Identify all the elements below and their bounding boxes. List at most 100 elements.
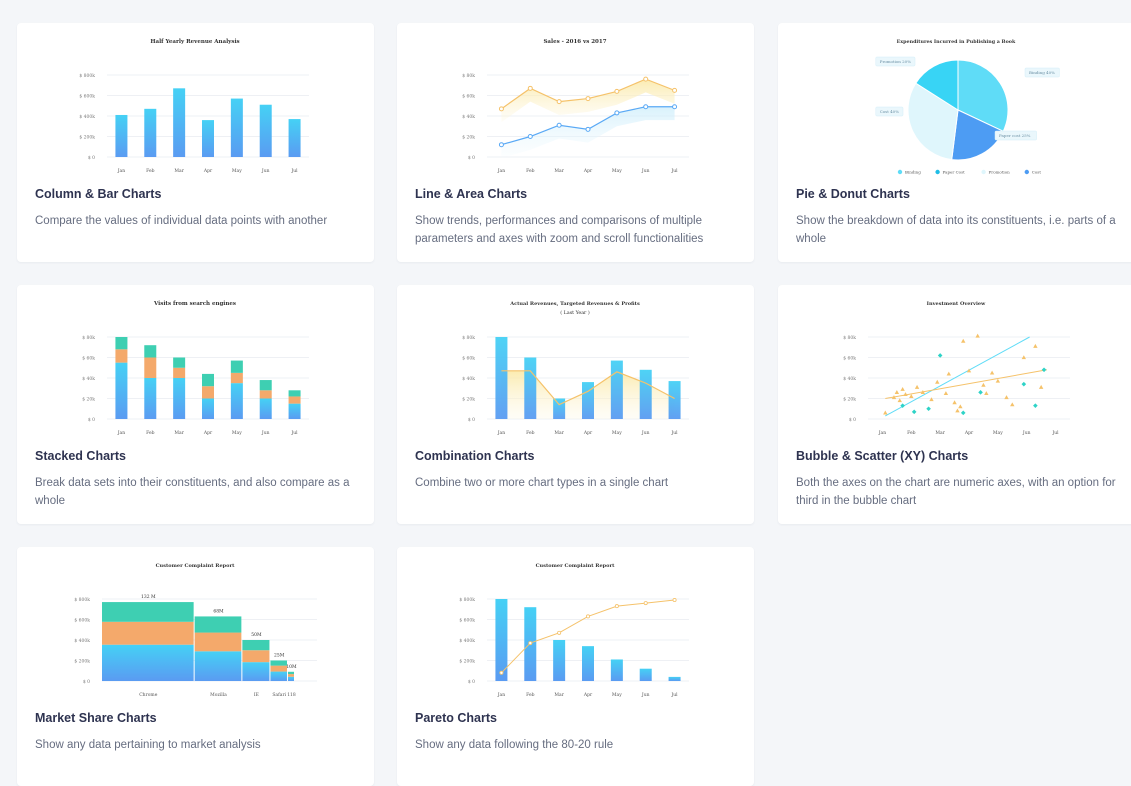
data-point — [614, 88, 620, 94]
x-tick-label: May — [993, 430, 1003, 436]
x-tick-label: Mozilla — [210, 692, 227, 698]
data-point — [498, 106, 504, 112]
slice-label: Binding 40% — [1029, 70, 1055, 75]
chart-svg: Expenditures Incurred in Publishing a Bo… — [875, 39, 1060, 175]
area-band — [501, 106, 675, 159]
x-tick-label: Apr — [203, 168, 213, 174]
card-column-bar[interactable]: Half Yearly Revenue Analysis $ 0 $ 200k $ 4… — [17, 23, 374, 262]
card-combination[interactable]: Actual Revenues, Targeted Revenues & Pro… — [397, 285, 754, 524]
scatter-point-diamond — [1021, 381, 1027, 387]
bar — [288, 119, 301, 157]
y-tick-label: $ 600k — [459, 618, 475, 624]
data-point — [643, 104, 649, 110]
cumulative-point — [499, 670, 504, 675]
card-market-share[interactable]: Customer Complaint Report $ 0 $ 200k $ 400k… — [17, 547, 374, 786]
scatter-point-triangle — [955, 408, 960, 413]
y-tick-label: $ 80k — [843, 335, 856, 341]
y-tick-label: $ 20k — [843, 397, 856, 403]
x-tick-label: Jun — [641, 168, 650, 174]
stacked-segment — [144, 345, 157, 358]
scatter-point-triangle — [1033, 343, 1038, 348]
x-tick-label: Apr — [583, 168, 593, 174]
stacked-segment — [115, 337, 128, 350]
market-segment — [242, 640, 270, 651]
data-point — [556, 122, 562, 128]
y-tick-label: $ 0 — [468, 679, 475, 685]
chart-preview: Half Yearly Revenue Analysis $ 0 $ 200k $ 4… — [17, 23, 374, 188]
data-point — [556, 99, 562, 105]
bar — [259, 104, 272, 157]
x-tick-label: Apr — [203, 430, 213, 436]
stacked-segment — [288, 390, 301, 397]
segment-total-label: 68M — [213, 608, 224, 614]
market-segment — [287, 676, 294, 681]
legend-marker — [897, 169, 903, 175]
x-tick-label: Chrome — [139, 692, 157, 698]
card-description: Both the axes on the chart are numeric a… — [796, 477, 1116, 507]
data-point — [672, 104, 678, 110]
card-stacked[interactable]: Visits from search engines $ 0 $ 20k $ 40k $… — [17, 285, 374, 524]
chart-preview: Visits from search engines $ 0 $ 20k $ 40k $… — [17, 285, 374, 450]
data-point — [585, 96, 591, 102]
card-pie-donut[interactable]: Expenditures Incurred in Publishing a Bo… — [778, 23, 1131, 262]
y-tick-label: $ 0 — [468, 155, 475, 161]
x-tick-label: May — [612, 168, 622, 174]
y-tick-label: $ 0 — [88, 417, 95, 423]
scatter-point-triangle — [1038, 384, 1044, 389]
x-tick-label: Feb — [526, 692, 535, 698]
chart-preview: Actual Revenues, Targeted Revenues & Pro… — [397, 285, 754, 450]
stacked-segment — [288, 403, 301, 419]
card-description: Combine two or more chart types in a sin… — [415, 477, 669, 489]
cumulative-point — [614, 604, 619, 609]
x-tick-label: Jul — [290, 168, 298, 174]
y-tick-label: $ 40k — [843, 376, 856, 382]
stacked-segment — [144, 378, 157, 419]
chart-preview: Customer Complaint Report $ 0 $ 200k $ 400k… — [397, 547, 754, 712]
y-tick-label: $ 600k — [74, 618, 90, 624]
stacked-segment — [230, 360, 243, 373]
market-segment — [287, 674, 294, 677]
card-line-area[interactable]: Sales - 2016 vs 2017 $ 0 $ 20k $ 40k $ 60k $ … — [397, 23, 754, 262]
x-tick-label: Jan — [497, 430, 505, 436]
x-tick-label: Jul — [670, 168, 678, 174]
card-title: Market Share Charts — [35, 711, 157, 725]
x-tick-label: Feb — [526, 430, 535, 436]
scatter-point-triangle — [952, 400, 957, 405]
x-tick-label: Apr — [964, 430, 974, 436]
stacked-segment — [173, 367, 186, 378]
scatter-point-diamond — [926, 406, 931, 412]
bar — [553, 640, 566, 681]
card-pareto[interactable]: Customer Complaint Report $ 0 $ 200k $ 400k… — [397, 547, 754, 786]
y-tick-label: $ 200k — [79, 135, 95, 141]
y-tick-label: $ 20k — [82, 397, 95, 403]
card-bubble-scatter[interactable]: Investment Overview $ 0 $ 20k $ 40k $ 60k $ 8… — [778, 285, 1131, 524]
y-tick-label: $ 0 — [88, 155, 95, 161]
x-tick-label: Jun — [641, 430, 650, 436]
segment-total-label: 50M — [251, 632, 262, 638]
x-tick-label: May — [612, 692, 622, 698]
chart-svg: Actual Revenues, Targeted Revenues & Pro… — [462, 301, 689, 436]
y-tick-label: $ 80k — [82, 335, 95, 341]
scatter-point-triangle — [995, 378, 1001, 383]
y-tick-label: $ 80k — [462, 73, 475, 79]
bar — [202, 120, 214, 157]
chart-preview: Investment Overview $ 0 $ 20k $ 40k $ 60k $ 8… — [778, 285, 1131, 450]
market-segment — [242, 662, 270, 681]
data-point — [498, 142, 504, 148]
chart-preview: Customer Complaint Report $ 0 $ 200k $ 400k… — [17, 547, 374, 712]
y-tick-label: $ 60k — [462, 356, 475, 362]
card-title: Pie & Donut Charts — [796, 187, 910, 201]
scatter-point-triangle — [975, 333, 980, 338]
market-segment — [242, 650, 270, 663]
y-tick-label: $ 40k — [82, 376, 95, 382]
chart-svg: Sales - 2016 vs 2017 $ 0 $ 20k $ 40k $ 60k $ … — [462, 39, 689, 174]
x-tick-label: Jan — [497, 692, 505, 698]
x-tick-label: Apr — [583, 692, 593, 698]
bar — [115, 114, 128, 157]
bar — [173, 88, 186, 157]
chart-title: Customer Complaint Report — [536, 563, 616, 569]
chart-title: Half Yearly Revenue Analysis — [150, 39, 239, 45]
y-tick-label: $ 200k — [459, 659, 475, 665]
data-point — [585, 126, 591, 132]
y-tick-label: $ 60k — [843, 356, 856, 362]
